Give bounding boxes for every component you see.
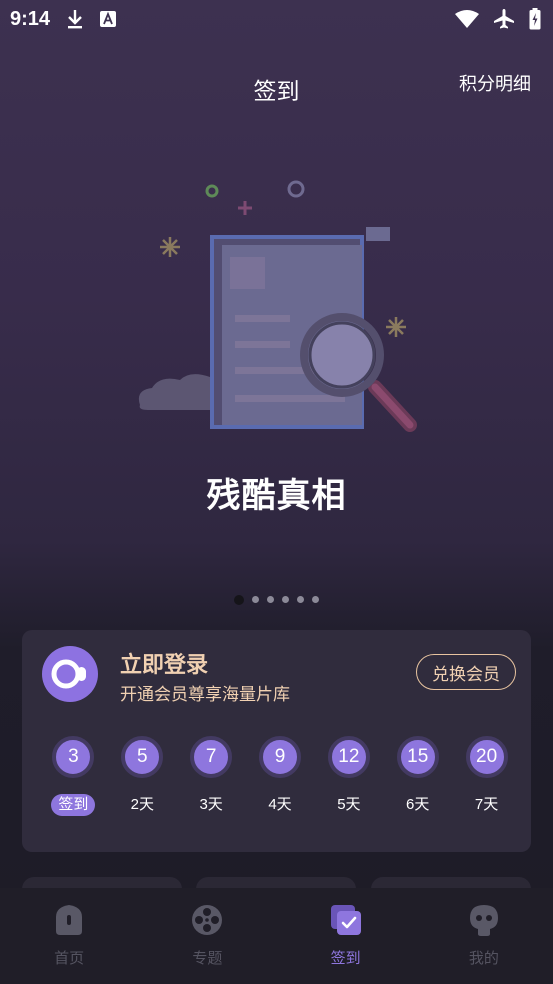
tab-label: 我的 [468,950,499,967]
download-icon [66,9,84,29]
day-label: 5天 [337,796,361,813]
font-app-icon [100,11,117,27]
banner-title: 残酷真相 [206,477,347,515]
checkin-day: 12 5天 [314,736,383,816]
battery-icon [529,8,541,30]
tab-profile[interactable]: 我的 [415,888,553,984]
day-points: 20 [465,736,508,778]
checkin-days: 3 签到 5 2天 7 3天 9 4天 12 5天 15 6天 20 7天 [39,736,521,816]
profile-icon [466,902,502,938]
tab-topics[interactable]: 专题 [138,888,276,984]
status-bar: 9:14 [0,0,553,38]
checkin-day: 7 3天 [177,736,246,816]
film-reel-icon [189,902,225,938]
login-subtitle: 开通会员尊享海量片库 [120,685,290,704]
day-label: 2天 [130,796,154,813]
redeem-vip-button[interactable]: 兑换会员 [416,654,516,690]
status-time: 9:14 [10,7,51,30]
day-points: 3 [52,736,95,778]
carousel-dot[interactable] [267,596,274,603]
app-logo-icon [42,646,98,702]
checkin-day[interactable]: 3 签到 [39,736,108,816]
tab-label: 专题 [192,950,223,967]
banner-illustration[interactable] [130,175,430,445]
day-points: 7 [190,736,233,778]
day-points: 15 [396,736,439,778]
points-detail-link[interactable]: 积分明细 [459,70,531,96]
login-title[interactable]: 立即登录 [120,647,208,679]
home-icon [51,902,87,938]
carousel-dot[interactable] [312,596,319,603]
tab-label: 首页 [54,950,85,967]
airplane-icon [493,8,515,30]
day-label: 6天 [406,796,430,813]
carousel-dot[interactable] [252,596,259,603]
checkin-day: 5 2天 [108,736,177,816]
day-points: 5 [121,736,164,778]
signin-card: 立即登录 开通会员尊享海量片库 兑换会员 3 签到 5 2天 7 3天 9 4天… [22,630,531,852]
document-search-illustration [138,180,417,432]
day-label: 7天 [474,796,499,813]
carousel-dot[interactable] [297,596,304,603]
day-points: 12 [327,736,370,778]
tab-label: 签到 [330,950,361,967]
day-label: 3天 [199,796,223,813]
carousel-dot[interactable] [282,596,289,603]
carousel-dot[interactable] [234,595,244,605]
checkin-day: 15 6天 [383,736,452,816]
bottom-tab-bar: 首页 专题 签到 我的 [0,888,553,984]
checkin-icon [328,902,364,938]
tab-checkin[interactable]: 签到 [277,888,415,984]
checkin-button[interactable]: 签到 [51,794,96,816]
checkin-day: 20 7天 [452,736,521,816]
day-label: 4天 [268,796,292,813]
tab-home[interactable]: 首页 [0,888,138,984]
carousel-dots [0,595,553,605]
header: 签到 积分明细 [0,64,553,108]
checkin-day: 9 4天 [246,736,315,816]
day-points: 9 [259,736,301,778]
wifi-icon [455,10,479,28]
